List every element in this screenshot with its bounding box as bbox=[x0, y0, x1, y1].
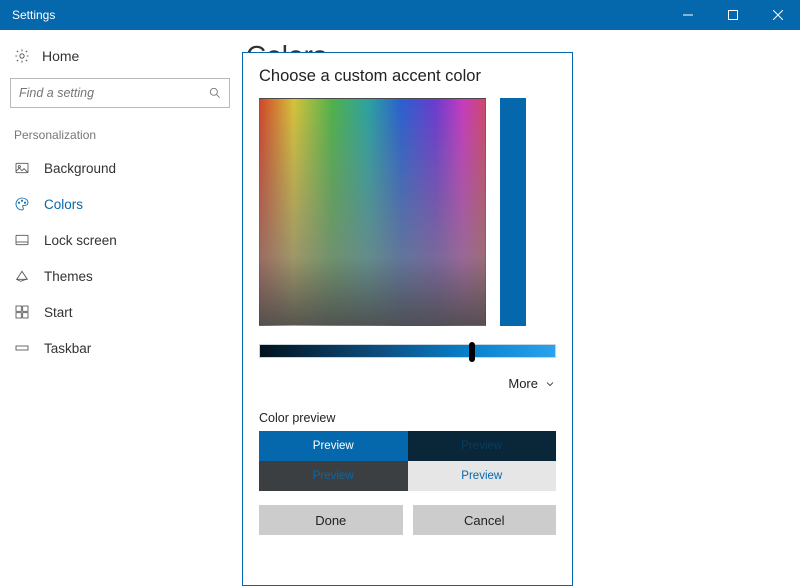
image-icon bbox=[14, 160, 30, 176]
taskbar-icon bbox=[14, 340, 30, 356]
sidebar-item-lockscreen[interactable]: Lock screen bbox=[0, 222, 240, 258]
color-preview-heading: Color preview bbox=[259, 411, 556, 425]
cancel-button[interactable]: Cancel bbox=[413, 505, 557, 535]
more-label: More bbox=[508, 376, 538, 391]
preview-tile-light-bg: Preview bbox=[408, 461, 557, 491]
search-icon bbox=[208, 86, 222, 100]
palette-icon bbox=[14, 196, 30, 212]
sidebar-item-colors[interactable]: Colors bbox=[0, 186, 240, 222]
sidebar-item-label: Start bbox=[44, 305, 73, 320]
home-link[interactable]: Home bbox=[0, 38, 240, 74]
titlebar: Settings bbox=[0, 0, 800, 30]
close-button[interactable] bbox=[755, 0, 800, 30]
search-wrap bbox=[0, 74, 240, 120]
sidebar-item-background[interactable]: Background bbox=[0, 150, 240, 186]
dialog-title: Choose a custom accent color bbox=[259, 67, 556, 86]
sidebar-item-label: Themes bbox=[44, 269, 93, 284]
preview-tile-light-accent: Preview bbox=[259, 431, 408, 461]
sidebar-item-label: Lock screen bbox=[44, 233, 117, 248]
section-header: Personalization bbox=[0, 120, 240, 150]
preview-tile-dark-accent: Preview bbox=[408, 431, 557, 461]
sidebar-item-label: Taskbar bbox=[44, 341, 91, 356]
sidebar-item-label: Background bbox=[44, 161, 116, 176]
start-icon bbox=[14, 304, 30, 320]
current-color-swatch bbox=[500, 98, 526, 326]
minimize-button[interactable] bbox=[665, 0, 710, 30]
themes-icon bbox=[14, 268, 30, 284]
sidebar-item-start[interactable]: Start bbox=[0, 294, 240, 330]
color-spectrum[interactable] bbox=[259, 98, 486, 326]
search-input[interactable] bbox=[10, 78, 230, 108]
sidebar-item-label: Colors bbox=[44, 197, 83, 212]
maximize-button[interactable] bbox=[710, 0, 755, 30]
sidebar-item-taskbar[interactable]: Taskbar bbox=[0, 330, 240, 366]
sidebar-item-themes[interactable]: Themes bbox=[0, 258, 240, 294]
window-title: Settings bbox=[0, 8, 665, 22]
custom-color-dialog: Choose a custom accent color More Color … bbox=[242, 52, 573, 586]
color-preview-grid: Preview Preview Preview Preview bbox=[259, 431, 556, 491]
preview-tile-dark-bg: Preview bbox=[259, 461, 408, 491]
slider-thumb[interactable] bbox=[469, 342, 475, 362]
sidebar: Home Personalization Background Colors L… bbox=[0, 30, 240, 588]
gear-icon bbox=[14, 48, 30, 64]
chevron-down-icon bbox=[544, 378, 556, 390]
lockscreen-icon bbox=[14, 232, 30, 248]
home-label: Home bbox=[42, 48, 79, 64]
value-slider[interactable] bbox=[259, 344, 556, 358]
more-toggle[interactable]: More bbox=[259, 376, 556, 391]
done-button[interactable]: Done bbox=[259, 505, 403, 535]
